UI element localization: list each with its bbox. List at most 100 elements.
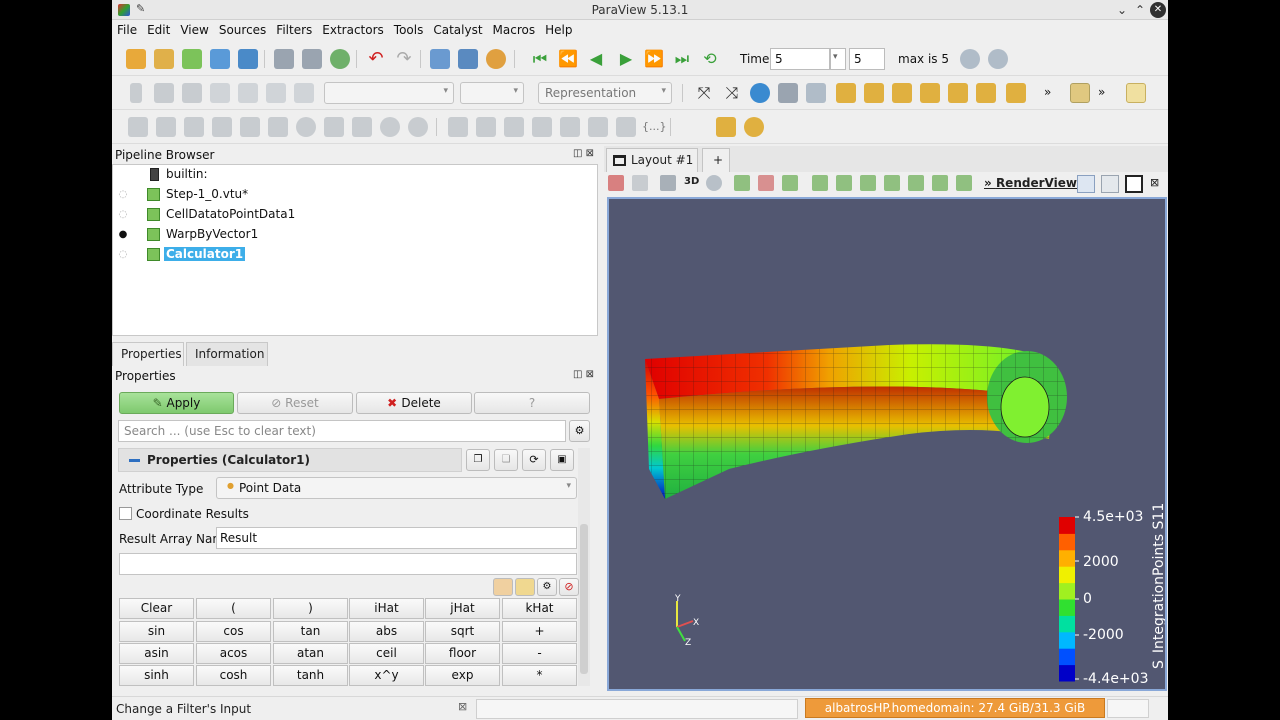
- view-minus-x-icon[interactable]: [864, 83, 884, 103]
- collapse-icon[interactable]: [129, 459, 140, 462]
- annotate-time-icon[interactable]: [560, 117, 580, 137]
- redo-icon[interactable]: ↷: [394, 49, 414, 69]
- properties-dock-buttons[interactable]: ◫ ⊠: [573, 369, 594, 380]
- close-message-icon[interactable]: ⊠: [458, 700, 467, 713]
- calc-button-ceil[interactable]: ceil: [349, 643, 424, 664]
- split-vertical-icon[interactable]: [1101, 175, 1119, 193]
- view-minus-z-icon[interactable]: [976, 83, 996, 103]
- clip-icon[interactable]: [184, 117, 204, 137]
- hover-points-icon[interactable]: [1070, 83, 1090, 103]
- undo-icon[interactable]: ↶: [366, 49, 386, 69]
- camera-undo-icon[interactable]: [458, 49, 478, 69]
- close-icon[interactable]: ✕: [1150, 2, 1166, 18]
- reset-camera-icon[interactable]: [430, 49, 450, 69]
- calc-button-cos[interactable]: cos: [196, 621, 271, 642]
- close-view-icon[interactable]: ⊠: [1150, 176, 1159, 189]
- contour-icon[interactable]: [156, 117, 176, 137]
- add-layout-button[interactable]: +: [702, 148, 730, 172]
- protractor-icon[interactable]: [744, 117, 764, 137]
- calc-button-sin[interactable]: sin: [119, 621, 194, 642]
- pipeline-item[interactable]: builtin:: [113, 165, 597, 185]
- load-expression-icon[interactable]: [515, 578, 535, 596]
- calc-button-power[interactable]: x^y: [349, 665, 424, 686]
- rescale-visible-icon[interactable]: [266, 83, 286, 103]
- deselect-icon[interactable]: [758, 175, 774, 191]
- view-plus-y-icon[interactable]: [892, 83, 912, 103]
- probe-icon[interactable]: [448, 117, 468, 137]
- loop-icon[interactable]: ⟲: [700, 49, 720, 69]
- calc-button-abs[interactable]: abs: [349, 621, 424, 642]
- python-calculator-icon[interactable]: [588, 117, 608, 137]
- calc-button-khat[interactable]: kHat: [502, 598, 577, 619]
- calc-button-close-paren[interactable]: ): [273, 598, 348, 619]
- render-view[interactable]: Y X Z S_IntegrationPoints S11 4.5e+03 20…: [607, 197, 1167, 691]
- open-recent-icon[interactable]: [154, 49, 174, 69]
- auto-apply-icon[interactable]: [330, 49, 350, 69]
- calc-button-exp[interactable]: exp: [425, 665, 500, 686]
- calc-button-cosh[interactable]: cosh: [196, 665, 271, 686]
- more-tools-2-icon[interactable]: »: [1098, 85, 1105, 99]
- color-by-dropdown[interactable]: [324, 82, 454, 104]
- calc-button-acos[interactable]: acos: [196, 643, 271, 664]
- color-map-icon[interactable]: [154, 83, 174, 103]
- eye-closed-icon[interactable]: ◌: [117, 209, 129, 220]
- shrink-selection-icon[interactable]: [932, 175, 948, 191]
- maximize-icon[interactable]: ⌃: [1132, 2, 1148, 18]
- open-file-icon[interactable]: [126, 49, 146, 69]
- interactive-select-icon[interactable]: [860, 175, 876, 191]
- result-array-field[interactable]: Result: [216, 527, 577, 549]
- rescale-custom-icon[interactable]: [238, 83, 258, 103]
- attribute-type-dropdown[interactable]: ● Point Data: [216, 477, 577, 499]
- apply-button[interactable]: ✎ Apply: [119, 392, 234, 414]
- properties-scrollbar[interactable]: [578, 448, 590, 686]
- expression-field[interactable]: [119, 553, 577, 575]
- menu-catalyst[interactable]: Catalyst: [428, 20, 487, 40]
- zoom-fit-icon[interactable]: [706, 175, 722, 191]
- pipeline-item[interactable]: ◌ CellDatatoPointData1: [113, 205, 597, 225]
- color-palette-icon[interactable]: [486, 49, 506, 69]
- rescale-range-icon[interactable]: [210, 83, 230, 103]
- properties-section-header[interactable]: Properties (Calculator1): [118, 448, 462, 472]
- timestep-index-field[interactable]: 5: [849, 48, 885, 70]
- first-frame-icon[interactable]: ⏮: [530, 49, 550, 69]
- 3d-toggle-button[interactable]: 3D: [684, 176, 699, 187]
- copy-icon[interactable]: ❐: [466, 449, 490, 471]
- minimize-icon[interactable]: ⌄: [1114, 2, 1130, 18]
- refresh-icon[interactable]: ⟳: [522, 449, 546, 471]
- save-defaults-icon[interactable]: ▣: [550, 449, 574, 471]
- zoom-box-icon[interactable]: [806, 83, 826, 103]
- menu-extractors[interactable]: Extractors: [317, 20, 389, 40]
- server-icon[interactable]: [302, 49, 322, 69]
- pipeline-item[interactable]: ● WarpByVector1: [113, 225, 597, 245]
- favorites-icon[interactable]: [493, 578, 513, 596]
- select-cells-icon[interactable]: [734, 175, 750, 191]
- pipeline-dock-buttons[interactable]: ◫ ⊠: [573, 148, 594, 159]
- calc-button-atan[interactable]: atan: [273, 643, 348, 664]
- save-data-icon[interactable]: [182, 49, 202, 69]
- pipeline-item[interactable]: ◌ Calculator1: [113, 245, 597, 265]
- center-axes-icon[interactable]: [750, 83, 770, 103]
- more-tools-icon[interactable]: »: [1044, 85, 1051, 99]
- histogram-icon[interactable]: [504, 117, 524, 137]
- scrollbar-thumb[interactable]: [580, 524, 588, 674]
- advanced-gear-icon[interactable]: ⚙: [569, 420, 590, 442]
- record-icon[interactable]: [632, 175, 648, 191]
- clear-selection-icon[interactable]: [956, 175, 972, 191]
- slice-icon[interactable]: [212, 117, 232, 137]
- isometric-view-icon[interactable]: [1006, 83, 1026, 103]
- connect-icon[interactable]: [238, 49, 258, 69]
- eye-open-icon[interactable]: ●: [117, 229, 129, 240]
- calc-button-floor[interactable]: floor: [425, 643, 500, 664]
- eye-closed-icon[interactable]: ◌: [117, 189, 129, 200]
- reset-button[interactable]: ⊘ Reset: [237, 392, 353, 414]
- calculator-icon[interactable]: [128, 117, 148, 137]
- mesh-quality-icon[interactable]: [616, 117, 636, 137]
- menu-filters[interactable]: Filters: [271, 20, 317, 40]
- menu-macros[interactable]: Macros: [488, 20, 541, 40]
- maximize-view-icon[interactable]: [1125, 175, 1143, 193]
- previous-frame-icon[interactable]: ⏪: [558, 49, 578, 69]
- disconnect-icon[interactable]: [274, 49, 294, 69]
- light-kit-icon[interactable]: [1126, 83, 1146, 103]
- coordinate-results-checkbox[interactable]: [119, 507, 132, 520]
- grow-selection-icon[interactable]: [908, 175, 924, 191]
